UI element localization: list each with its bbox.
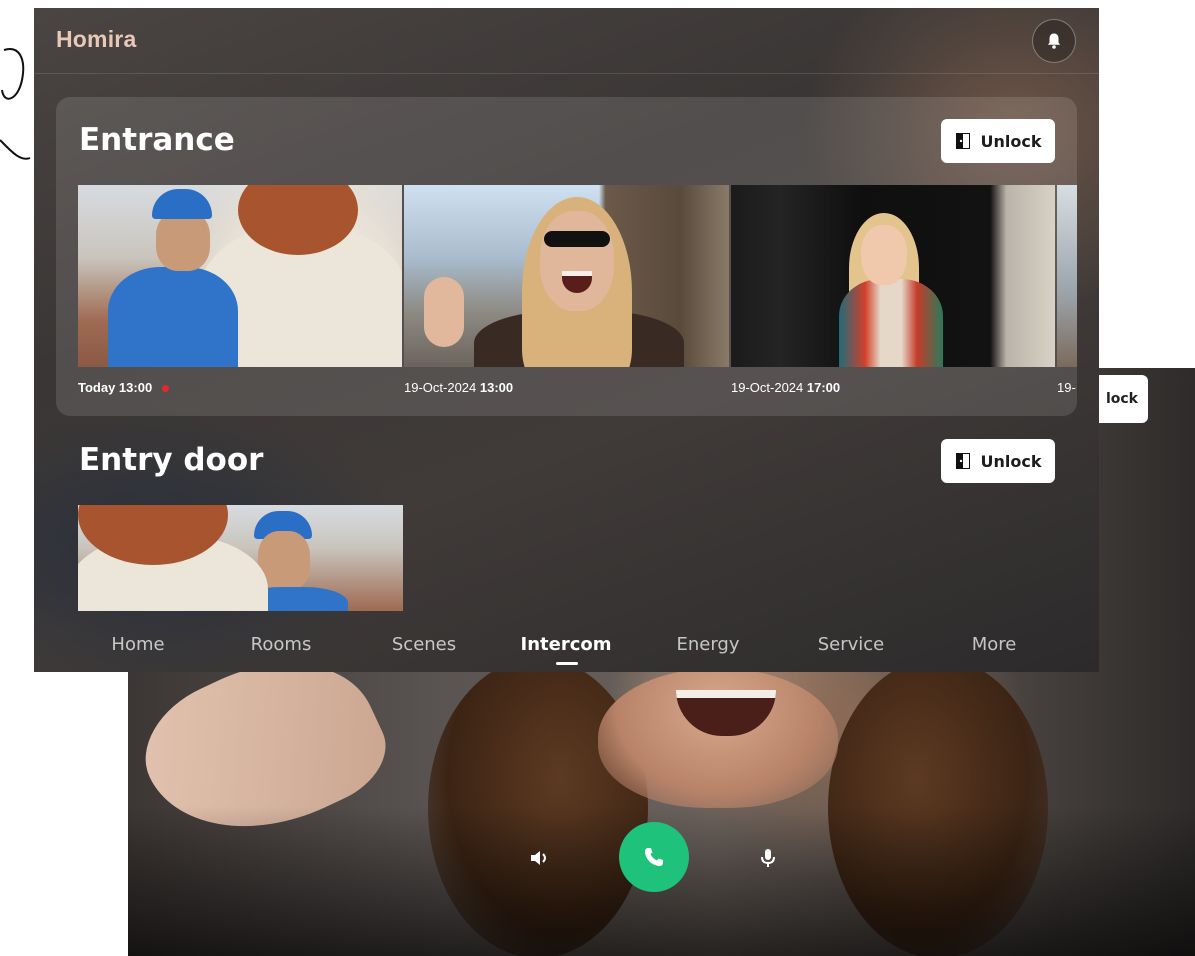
- nav-service[interactable]: Service: [818, 634, 885, 655]
- missed-call-indicator: [162, 385, 170, 393]
- recording-hour: 17:00: [806, 380, 841, 395]
- notifications-button[interactable]: [1032, 19, 1076, 63]
- nav-scenes[interactable]: Scenes: [392, 634, 456, 655]
- recording-thumbnail[interactable]: [731, 185, 1055, 367]
- recording-hour: 13:00: [479, 380, 514, 395]
- nav-home[interactable]: Home: [111, 634, 164, 655]
- recording-time: 19-: [1057, 380, 1076, 395]
- recording-time: Today 13:00: [78, 380, 170, 395]
- entry-door-unlock-label: Unlock: [980, 451, 1042, 471]
- recording-thumbnail[interactable]: [404, 185, 729, 367]
- nav-rooms[interactable]: Rooms: [251, 634, 312, 655]
- speaker-icon[interactable]: [528, 846, 552, 870]
- recording-timestamps: Today 13:00 19-Oct-2024 13:00 19-Oct-202…: [78, 380, 1077, 400]
- nav-energy[interactable]: Energy: [676, 634, 739, 655]
- entrance-title: Entrance: [79, 122, 235, 158]
- entrance-unlock-label: Unlock: [980, 131, 1042, 151]
- call-controls: [128, 822, 1195, 902]
- microphone-icon[interactable]: [756, 846, 780, 870]
- recording-date: 19-Oct-2024: [404, 380, 477, 395]
- active-tab-indicator: [556, 662, 578, 665]
- phone-icon: [645, 848, 663, 866]
- entry-door-thumbnail[interactable]: [78, 505, 403, 611]
- entry-door-title: Entry door: [79, 442, 264, 478]
- nav-intercom[interactable]: Intercom: [521, 634, 612, 655]
- handwritten-doodle: [0, 48, 31, 160]
- door-icon: [955, 133, 970, 149]
- screenshot-stage: lock Homira Entrance Unlock Today 13:00 …: [0, 0, 1195, 956]
- nav-more[interactable]: More: [972, 634, 1017, 655]
- entry-door-unlock-button[interactable]: Unlock: [941, 439, 1055, 483]
- recording-date: 19-Oct-2024: [731, 380, 804, 395]
- app-logo: Homira: [56, 26, 137, 52]
- call-unlock-label: lock: [1105, 391, 1138, 407]
- top-bar: Homira: [34, 8, 1099, 74]
- recording-date: 19-: [1057, 380, 1076, 395]
- recording-thumbnail[interactable]: [1057, 185, 1077, 367]
- recording-time-label: Today 13:00: [78, 380, 153, 395]
- caller-face: [598, 668, 838, 808]
- door-icon: [955, 453, 970, 469]
- intercom-screen: Homira Entrance Unlock Today 13:00 19-Oc…: [34, 8, 1099, 672]
- recording-time: 19-Oct-2024 13:00: [404, 380, 513, 395]
- bottom-nav: Home Rooms Scenes Intercom Energy Servic…: [34, 628, 1099, 672]
- entrance-unlock-button[interactable]: Unlock: [941, 119, 1055, 163]
- entrance-recordings: [78, 185, 1077, 367]
- answer-call-button[interactable]: [619, 822, 689, 892]
- bell-icon: [1048, 33, 1060, 49]
- recording-time: 19-Oct-2024 17:00: [731, 380, 840, 395]
- recording-thumbnail[interactable]: [78, 185, 402, 367]
